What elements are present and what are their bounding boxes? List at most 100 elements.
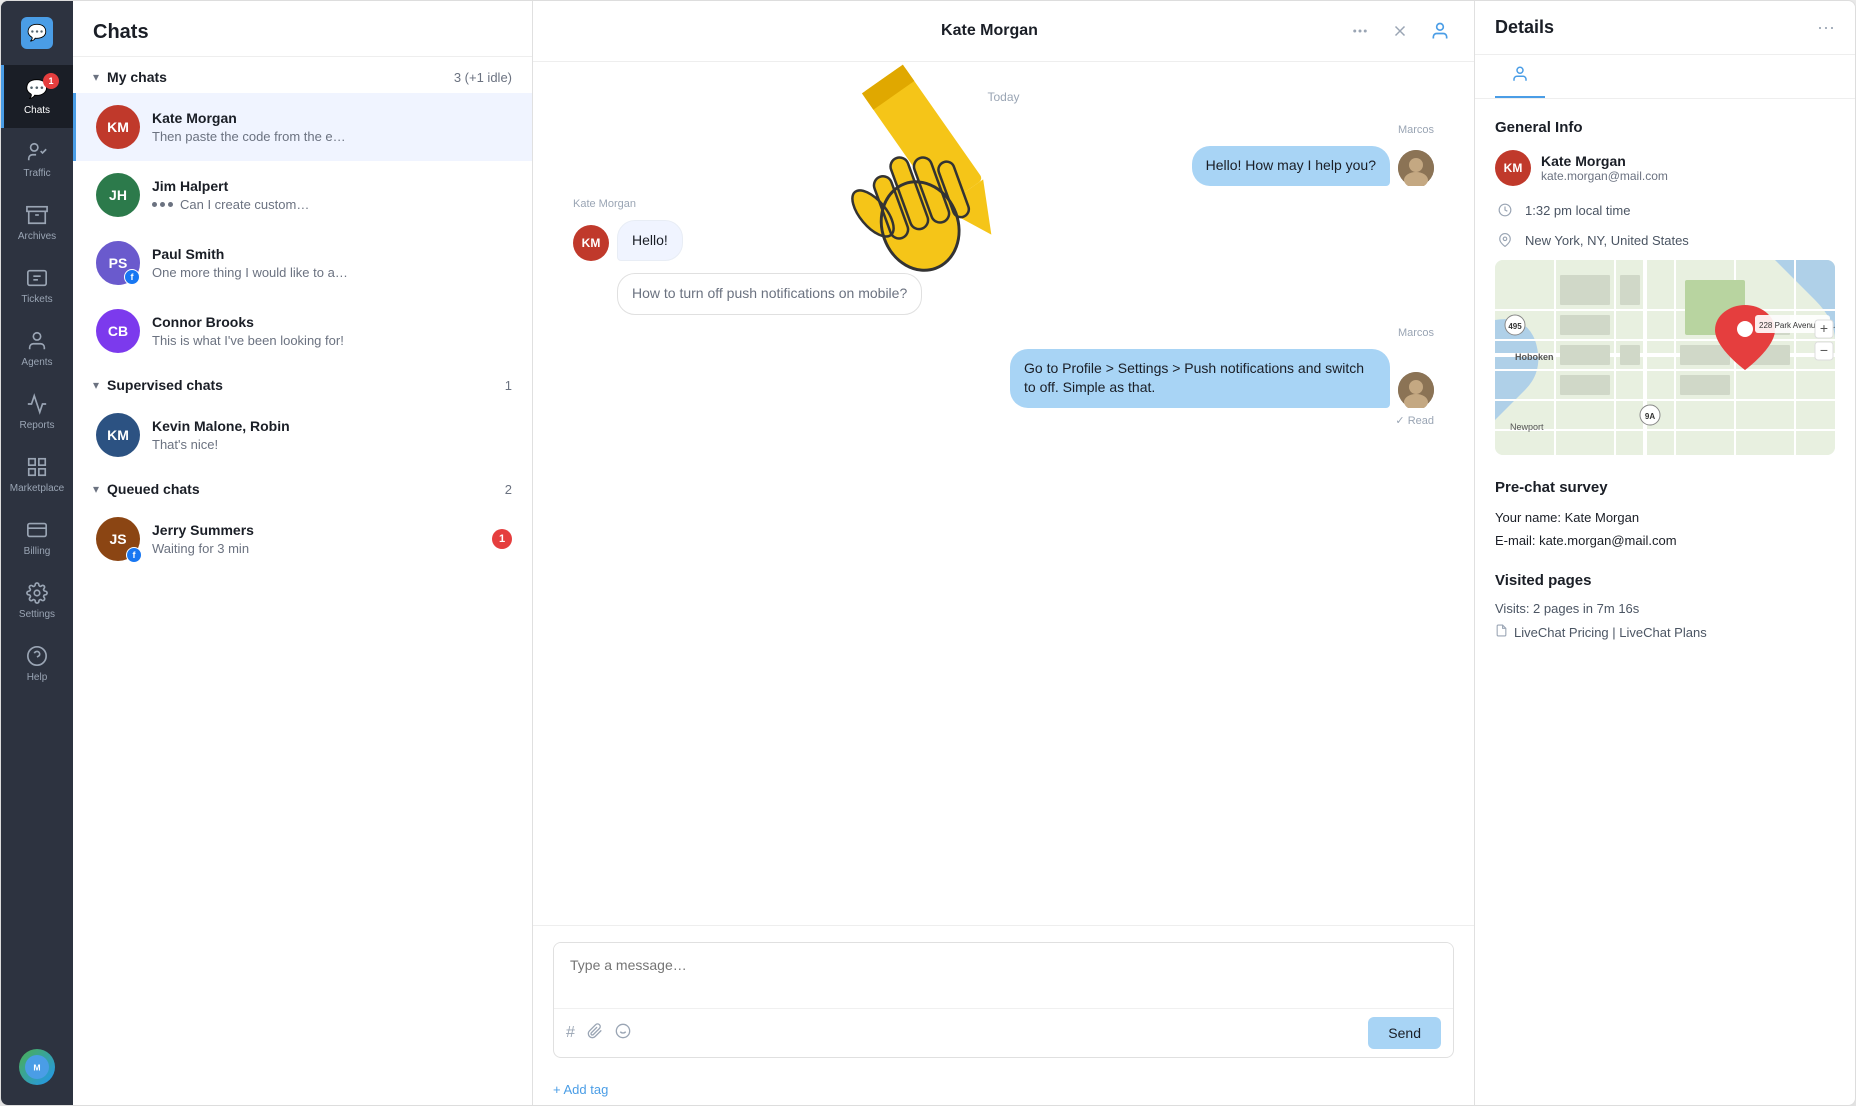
- sidebar-item-marketplace[interactable]: Marketplace: [1, 443, 73, 506]
- chat-preview: This is what I've been looking for!: [152, 333, 512, 348]
- avatar: JS f: [96, 517, 140, 561]
- map-placeholder: 495 9A Hoboken Newport 228 Park Avenue S…: [1495, 260, 1835, 455]
- sidebar-item-archives[interactable]: Archives: [1, 191, 73, 254]
- page-icon: [1495, 624, 1508, 640]
- details-tabs: [1475, 55, 1855, 99]
- chat-name: Kevin Malone, Robin: [152, 418, 512, 434]
- svg-text:495: 495: [1508, 322, 1522, 331]
- svg-text:+: +: [1820, 320, 1828, 336]
- chat-header-actions: [1346, 17, 1454, 45]
- sidebar-item-label: Reports: [19, 420, 54, 431]
- chat-preview: Then paste the code from the e…: [152, 129, 512, 144]
- sidebar-item-chats[interactable]: 💬 Chats 1: [1, 65, 73, 128]
- agents-icon: [25, 329, 49, 353]
- supervised-chats-count: 1: [505, 378, 512, 393]
- chat-contact-name: Kate Morgan: [633, 22, 1346, 40]
- avatar: KM: [96, 105, 140, 149]
- attachment-icon[interactable]: [587, 1023, 603, 1044]
- sidebar-item-settings[interactable]: Settings: [1, 569, 73, 632]
- message-group-customer-2: How to turn off push notifications on mo…: [573, 273, 1434, 315]
- visited-pages-section: Visited pages Visits: 2 pages in 7m 16s …: [1495, 572, 1835, 640]
- chat-item-jim-halpert[interactable]: JH Jim Halpert Can I create custom…: [73, 161, 532, 229]
- sidebar-item-tickets[interactable]: Tickets: [1, 254, 73, 317]
- chat-info: Jerry Summers Waiting for 3 min: [152, 522, 480, 556]
- message-sender: Marcos: [1398, 124, 1434, 136]
- page-name: LiveChat Pricing | LiveChat Plans: [1514, 625, 1707, 640]
- chat-item-connor-brooks[interactable]: CB Connor Brooks This is what I've been …: [73, 297, 532, 365]
- customer-name: Kate Morgan: [1541, 153, 1668, 169]
- user-info-button[interactable]: [1426, 17, 1454, 45]
- details-title: Details: [1495, 17, 1817, 38]
- sidebar-item-label: Marketplace: [10, 483, 64, 494]
- my-chats-section-header[interactable]: ▾ My chats 3 (+1 idle): [73, 57, 532, 93]
- chat-main: Kate Morgan: [533, 1, 1475, 1105]
- emoji-icon[interactable]: [615, 1023, 631, 1044]
- queued-chats-label: Queued chats: [107, 481, 505, 497]
- chats-sidebar-header: Chats: [73, 1, 532, 57]
- app-logo: 💬: [21, 17, 53, 49]
- add-tag-button[interactable]: + Add tag: [533, 1074, 1474, 1105]
- message-bubble: Hello!: [617, 220, 683, 262]
- archives-icon: [25, 203, 49, 227]
- close-chat-button[interactable]: [1386, 17, 1414, 45]
- hashtag-icon[interactable]: #: [566, 1024, 575, 1042]
- svg-text:9A: 9A: [1645, 412, 1655, 421]
- chat-input-box: # Send: [553, 942, 1454, 1058]
- user-avatar-nav[interactable]: M: [1, 1037, 73, 1105]
- marketplace-icon: [25, 455, 49, 479]
- sidebar-item-billing[interactable]: Billing: [1, 506, 73, 569]
- chat-name: Connor Brooks: [152, 314, 512, 330]
- message-bubble: How to turn off push notifications on mo…: [617, 273, 922, 315]
- chat-info: Kevin Malone, Robin That's nice!: [152, 418, 512, 452]
- page-link: LiveChat Pricing | LiveChat Plans: [1495, 624, 1835, 640]
- my-chats-chevron: ▾: [93, 70, 99, 84]
- general-info-section: General Info KM Kate Morgan kate.morgan@…: [1495, 119, 1835, 455]
- read-status: ✓ Read: [1395, 414, 1434, 427]
- pre-chat-field-email: E-mail: kate.morgan@mail.com: [1495, 533, 1835, 548]
- sidebar-item-reports[interactable]: Reports: [1, 380, 73, 443]
- supervised-chats-section-header[interactable]: ▾ Supervised chats 1: [73, 365, 532, 401]
- sidebar-item-label: Settings: [19, 609, 55, 620]
- tab-person[interactable]: [1495, 55, 1545, 98]
- sidebar-item-agents[interactable]: Agents: [1, 317, 73, 380]
- pre-chat-survey-section: Pre-chat survey Your name: Kate Morgan E…: [1495, 479, 1835, 548]
- chat-info: Connor Brooks This is what I've been loo…: [152, 314, 512, 348]
- visits-info: Visits: 2 pages in 7m 16s: [1495, 601, 1835, 616]
- chat-item-kevin-malone[interactable]: KM Kevin Malone, Robin That's nice!: [73, 401, 532, 469]
- customer-contact-info: Kate Morgan kate.morgan@mail.com: [1541, 153, 1668, 183]
- field-label: E-mail:: [1495, 533, 1535, 548]
- details-more-button[interactable]: ···: [1817, 17, 1835, 38]
- send-button[interactable]: Send: [1368, 1017, 1441, 1049]
- pre-chat-field-name: Your name: Kate Morgan: [1495, 510, 1835, 525]
- message-bubble: Hello! How may I help you?: [1192, 146, 1390, 186]
- field-label: Your name:: [1495, 510, 1561, 525]
- chat-item-paul-smith[interactable]: PS f Paul Smith One more thing I would l…: [73, 229, 532, 297]
- chats-list: ▾ My chats 3 (+1 idle) KM Kate Morgan Th…: [73, 57, 532, 1105]
- sidebar-item-label: Agents: [21, 357, 52, 368]
- agent-avatar: [1398, 372, 1434, 408]
- message-sender: Kate Morgan: [573, 198, 636, 210]
- sidebar-item-label: Traffic: [23, 168, 50, 179]
- sidebar-item-traffic[interactable]: Traffic: [1, 128, 73, 191]
- message-input[interactable]: [554, 943, 1453, 1003]
- sidebar-item-label: Tickets: [21, 294, 52, 305]
- queued-chats-section-header[interactable]: ▾ Queued chats 2: [73, 469, 532, 505]
- sidebar-item-help[interactable]: Help: [1, 632, 73, 695]
- message-group-customer-1: Kate Morgan KM Hello!: [573, 198, 1434, 262]
- sidebar-item-label: Billing: [24, 546, 51, 557]
- my-chats-label: My chats: [107, 69, 454, 85]
- chat-item-kate-morgan[interactable]: KM Kate Morgan Then paste the code from …: [73, 93, 532, 161]
- general-info-title: General Info: [1495, 119, 1835, 136]
- chat-name: Jim Halpert: [152, 178, 512, 194]
- chat-info: Paul Smith One more thing I would like t…: [152, 246, 512, 280]
- chat-input-toolbar: # Send: [554, 1008, 1453, 1057]
- chat-messages: Today Marcos Hello! How may I help you?: [533, 62, 1474, 925]
- more-options-button[interactable]: [1346, 17, 1374, 45]
- typing-text: Can I create custom…: [180, 197, 309, 212]
- message-sender-row: Hello! How may I help you?: [1192, 146, 1434, 186]
- location-row: New York, NY, United States: [1495, 230, 1835, 250]
- traffic-icon: [25, 140, 49, 164]
- chat-info: Jim Halpert Can I create custom…: [152, 178, 512, 212]
- chat-item-jerry-summers[interactable]: JS f Jerry Summers Waiting for 3 min 1: [73, 505, 532, 573]
- settings-icon: [25, 581, 49, 605]
